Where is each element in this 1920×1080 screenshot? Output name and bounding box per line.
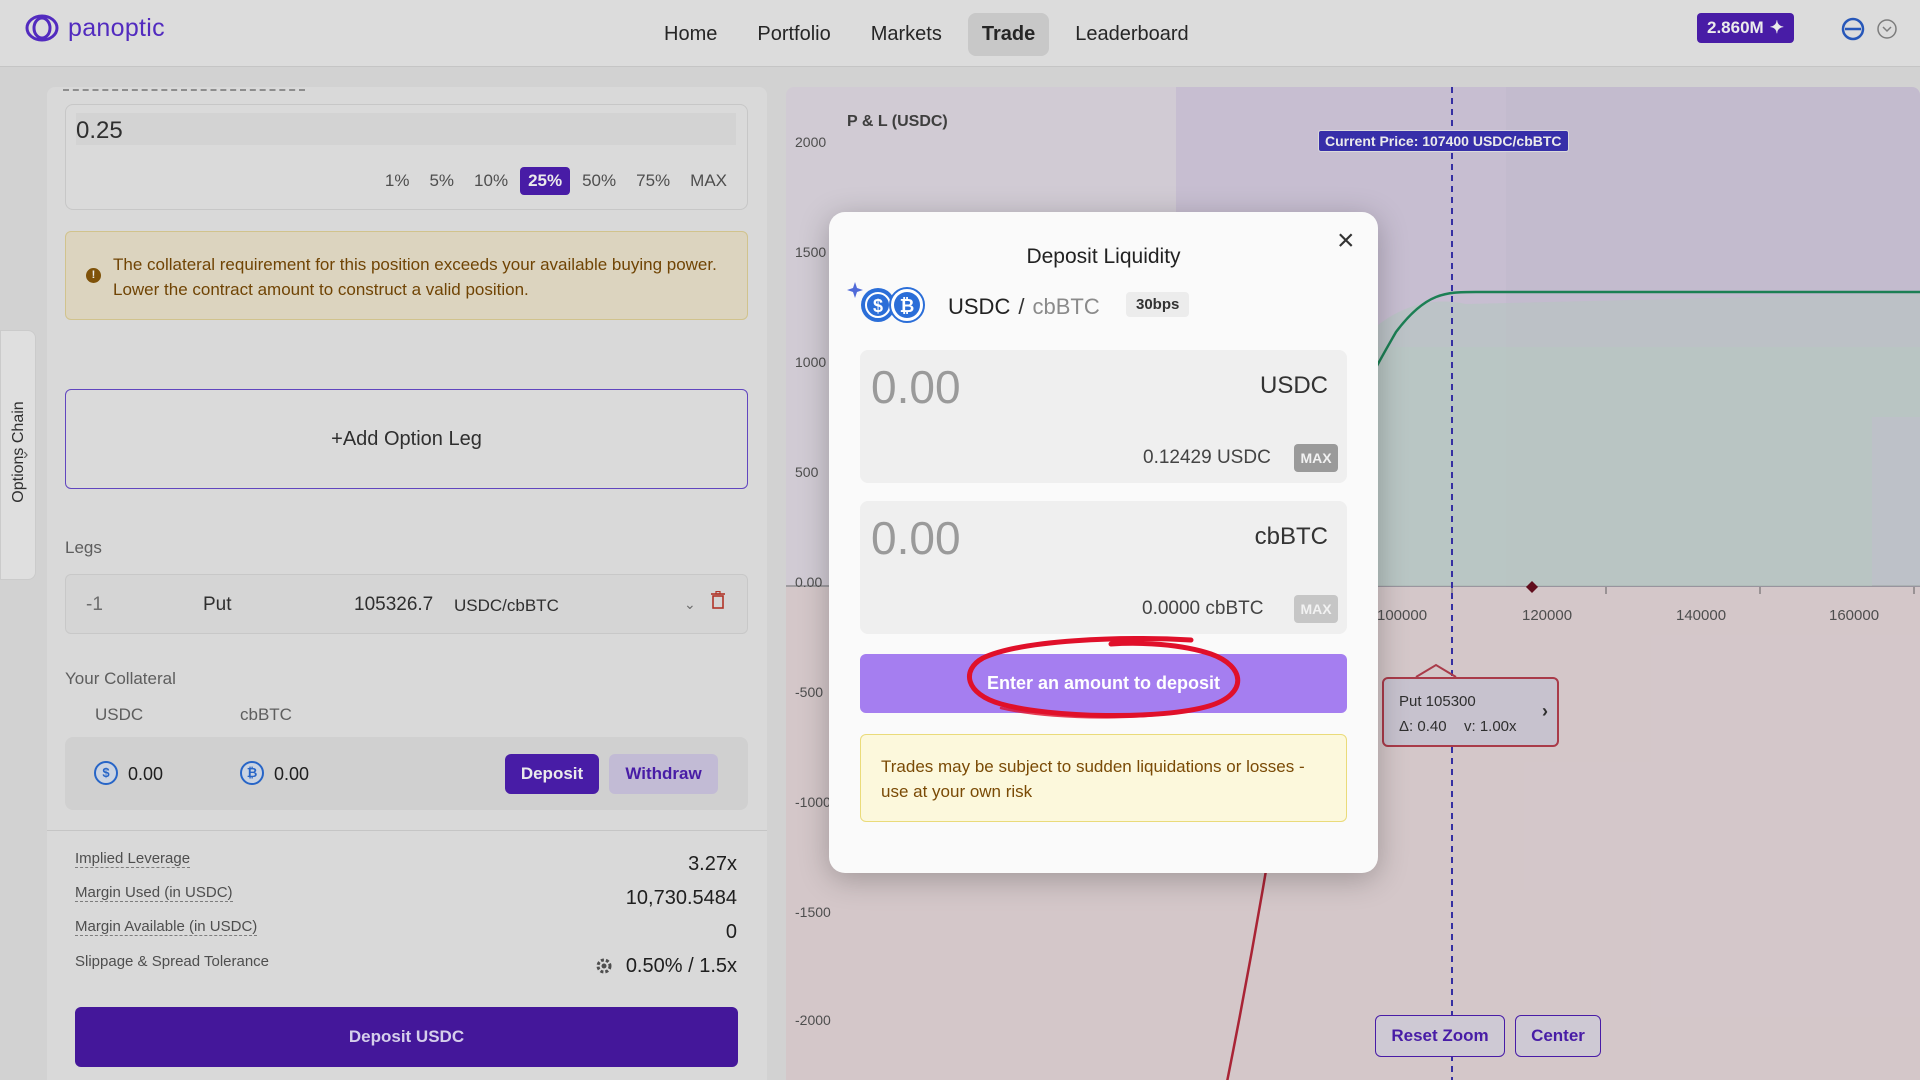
svg-text:$: $ (873, 296, 883, 316)
usdc-cbbtc-icon: $ ₿ (847, 282, 925, 323)
cbbtc-balance: 0.0000 cbBTC (1142, 598, 1264, 619)
usdc-balance: 0.12429 USDC (1143, 447, 1271, 468)
fee-tier-badge: 30bps (1126, 292, 1190, 317)
usdc-amount-box: 0.00 USDC 0.12429 USDC MAX (860, 350, 1347, 483)
risk-disclaimer: Trades may be subject to sudden liquidat… (860, 734, 1347, 822)
max-button[interactable]: MAX (1294, 444, 1338, 472)
token-pair-icons: $ ₿ (847, 276, 931, 326)
svg-text:₿: ₿ (900, 296, 915, 316)
token-pair: USDC / cbBTC (948, 294, 1100, 319)
usdc-token-label: USDC (1259, 372, 1328, 399)
deposit-liquidity-modal: Deposit Liquidity × $ ₿ USDC / cbBTC 30bps… (829, 212, 1378, 873)
usdc-amount-input[interactable]: 0.00 (871, 360, 961, 414)
cbbtc-amount-input[interactable]: 0.00 (871, 511, 961, 565)
base-token: USDC (948, 294, 1011, 319)
close-icon[interactable]: × (1337, 226, 1355, 256)
max-button[interactable]: MAX (1294, 595, 1338, 623)
modal-title: Deposit Liquidity (1026, 245, 1181, 268)
cbbtc-token-label: cbBTC (1254, 523, 1328, 550)
cbbtc-amount-box: 0.00 cbBTC 0.0000 cbBTC MAX (860, 501, 1347, 634)
quote-token: cbBTC (1032, 294, 1100, 319)
deposit-submit-button[interactable]: Enter an amount to deposit (860, 654, 1347, 713)
